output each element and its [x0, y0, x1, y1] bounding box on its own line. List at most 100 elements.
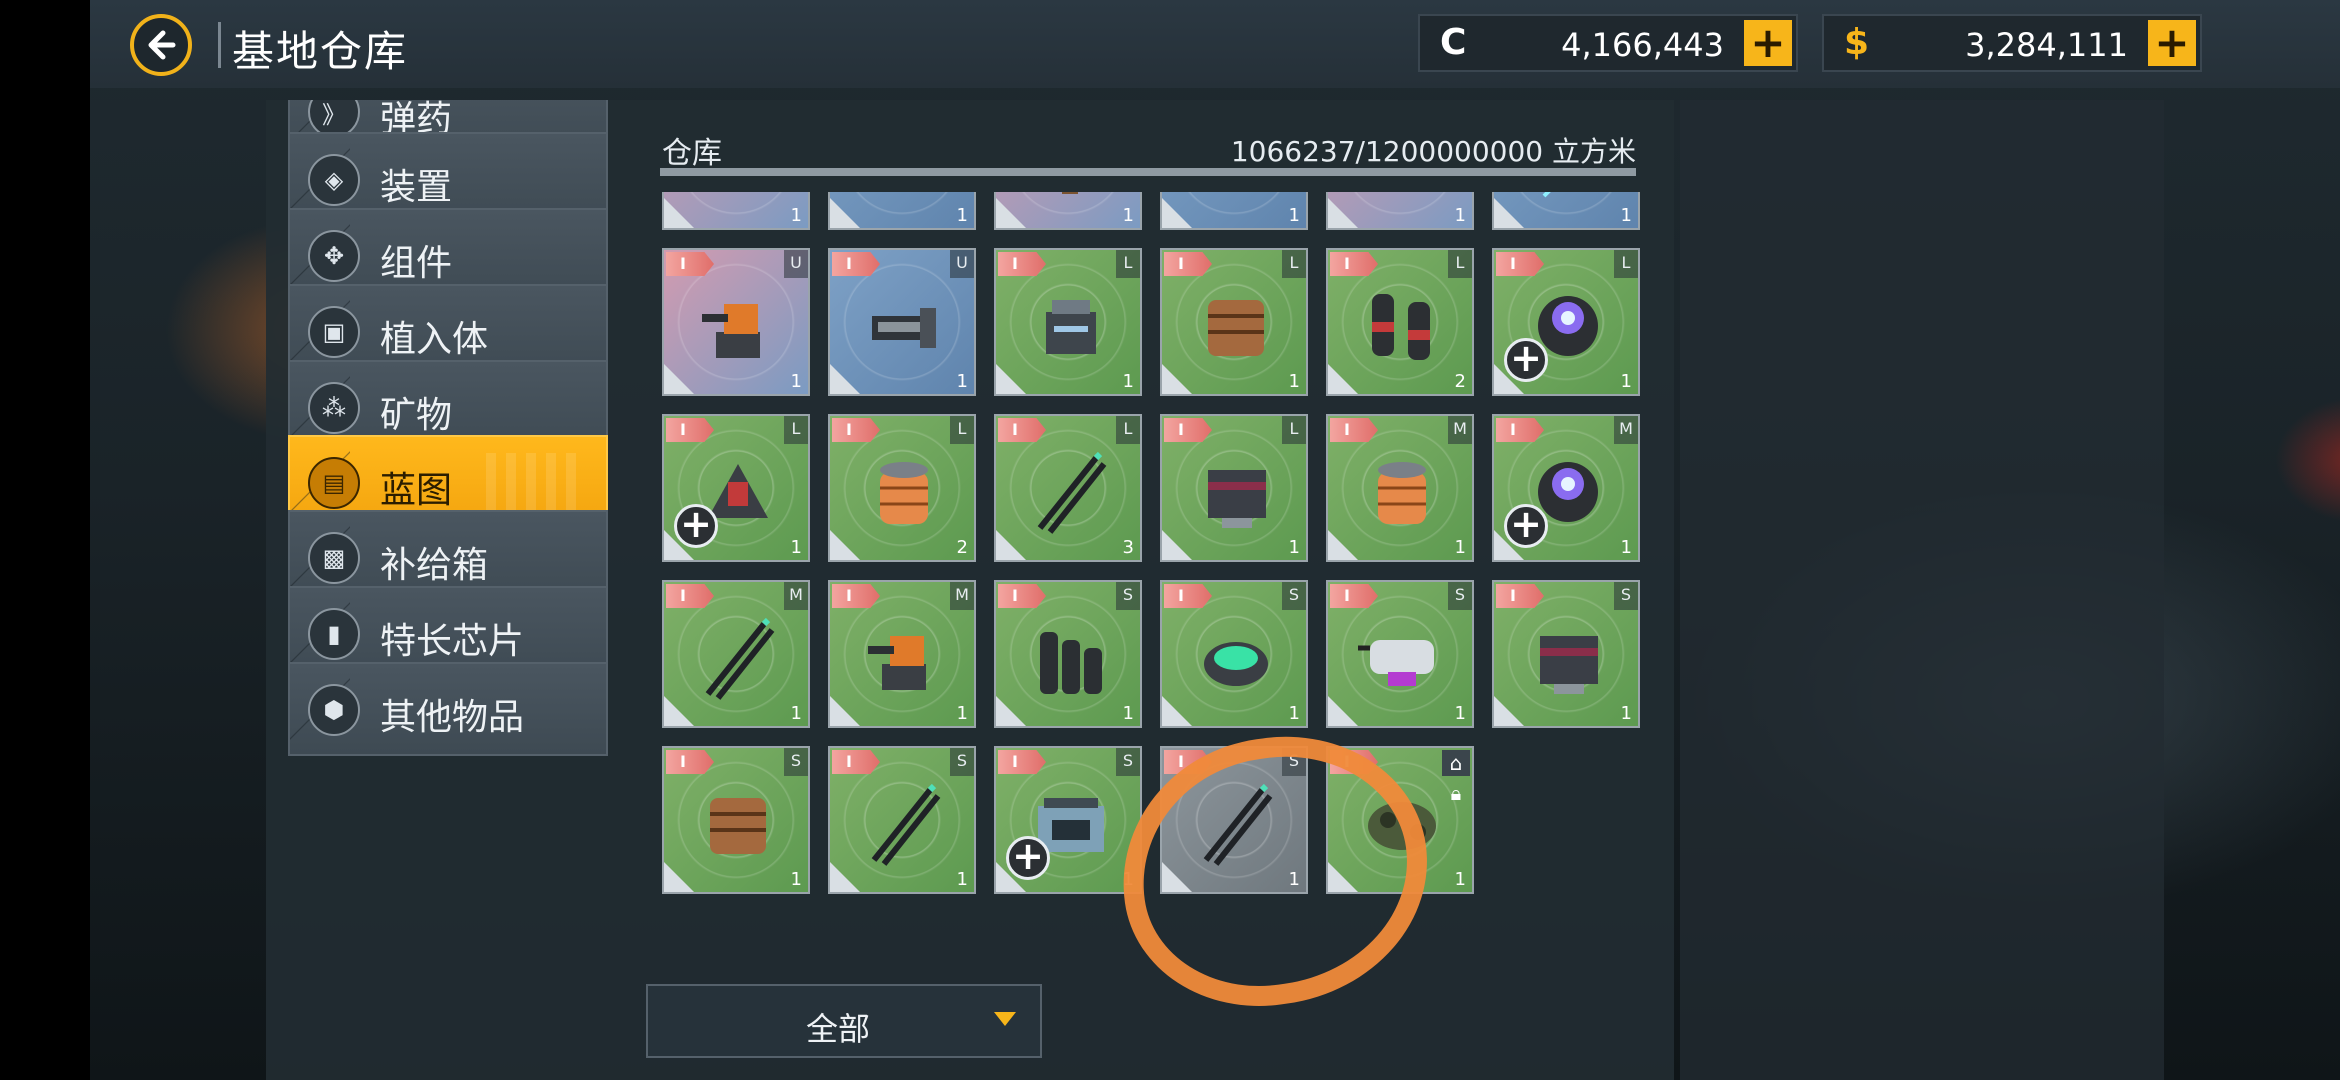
sidebar-item-label: 特长芯片 [380, 621, 525, 662]
size-class-tag: S [950, 748, 974, 776]
corner-fold [664, 364, 694, 394]
beam-icon [1358, 192, 1446, 204]
size-class-tag: L [1614, 250, 1638, 278]
category-sidebar[interactable]: 》弹药 ◈ 装置 ✥ 组件 ▣ 植入体 ⁂ 矿物 ▤ 蓝图 ▩ 补给箱 ▮ 特长芯片 ⬢ 其他物品 [288, 100, 608, 1055]
inventory-item[interactable]: I S 1 [994, 580, 1142, 728]
storage-title: 仓库 [662, 136, 722, 171]
tier-badge: I [1164, 418, 1212, 442]
inventory-item[interactable]: I L 1 [994, 248, 1142, 396]
storage-capacity-fill [660, 168, 1636, 176]
corner-fold [996, 696, 1026, 726]
inventory-item[interactable]: I1 [1160, 192, 1308, 230]
corner-fold [1328, 198, 1358, 228]
page-title: 基地仓库 [232, 27, 409, 76]
inventory-item[interactable]: I S 1 [1160, 580, 1308, 728]
size-class-tag: L [1116, 250, 1140, 278]
corner-fold [1162, 530, 1192, 560]
inventory-item[interactable]: I S 1 [1326, 580, 1474, 728]
inventory-item[interactable]: I L 1 [1160, 248, 1308, 396]
inventory-item[interactable]: I L 2 [828, 414, 976, 562]
sidebar-item-label: 补给箱 [380, 545, 489, 586]
size-class-tag: M [950, 582, 974, 610]
item-grid: I1I1I1I1I1I1IU1IU1IL1IL1IL2IL+1IL+1IL2IL… [662, 192, 1640, 894]
inventory-item[interactable]: I1 [662, 192, 810, 230]
inventory-item[interactable]: I S 1 [1160, 746, 1308, 894]
inventory-item[interactable]: I M 1 [828, 580, 976, 728]
inventory-item[interactable]: I1 [828, 192, 976, 230]
tier-badge: I [666, 418, 714, 442]
sidebar-item-label: 蓝图 [380, 470, 453, 511]
tier-badge: I [832, 750, 880, 774]
inventory-item[interactable]: I S +1 [994, 746, 1142, 894]
corner-fold [996, 364, 1026, 394]
disc-icon [1204, 642, 1268, 686]
other-items-icon: ⬢ [308, 684, 360, 736]
item-count: 1 [1454, 703, 1466, 724]
detail-panel [1680, 100, 2164, 1080]
inventory-item[interactable]: I U 1 [828, 248, 976, 396]
inventory-item[interactable]: I L +1 [1492, 248, 1640, 396]
turret-icon [868, 636, 926, 690]
inventory-item[interactable]: I S 1 [828, 746, 976, 894]
tier-badge: I [1496, 584, 1544, 608]
corner-fold [1162, 862, 1192, 892]
item-count: 1 [1620, 537, 1632, 558]
corner-fold [830, 862, 860, 892]
inventory-item[interactable]: I L +1 [662, 414, 810, 562]
item-count: 1 [1288, 869, 1300, 890]
inventory-item[interactable]: I S 1 [662, 746, 810, 894]
credits-icon: C [1440, 22, 1467, 63]
inventory-item[interactable]: I1 [1326, 192, 1474, 230]
item-count: 1 [790, 537, 802, 558]
item-count: 1 [1620, 371, 1632, 392]
item-count: 1 [1620, 703, 1632, 724]
add-credits-button[interactable]: + [1744, 20, 1792, 66]
screen-edge [0, 0, 90, 1080]
storage-capacity: 1066237/1200000000 立方米 [1230, 135, 1636, 168]
emitter-icon [1542, 192, 1551, 198]
inventory-item[interactable]: I1 [994, 192, 1142, 230]
item-count: 1 [1454, 537, 1466, 558]
inventory-item[interactable]: I M 1 [1326, 414, 1474, 562]
corner-fold [1328, 862, 1358, 892]
item-count: 1 [1122, 703, 1134, 724]
item-count: 1 [1454, 869, 1466, 890]
sidebar-item[interactable]: ⬢ 其他物品 [288, 662, 608, 756]
inventory-item[interactable]: I L 1 [1160, 414, 1308, 562]
inventory-item[interactable]: I L 2 [1326, 248, 1474, 396]
inventory-item[interactable]: I L 3 [994, 414, 1142, 562]
inventory-item[interactable]: I M 1 [662, 580, 810, 728]
tier-badge: I [998, 252, 1046, 276]
tier-badge: I [1164, 252, 1212, 276]
tier-badge: I [998, 750, 1046, 774]
arrow-left-icon [148, 30, 176, 60]
inventory-item[interactable]: I M +1 [1492, 414, 1640, 562]
dollar-icon: $ [1844, 22, 1870, 63]
back-button[interactable] [130, 14, 192, 76]
coil-icon [1378, 462, 1426, 524]
size-class-tag: S [1116, 748, 1140, 776]
corner-fold [1494, 198, 1524, 228]
dollars-value: 3,284,111 [1965, 26, 2128, 64]
item-grid-viewport[interactable]: I1I1I1I1I1I1IU1IU1IL1IL1IL2IL+1IL+1IL2IL… [650, 192, 1650, 964]
tier-badge: I [998, 584, 1046, 608]
coil-icon [880, 462, 928, 524]
blueprint-icon: ▤ [308, 457, 360, 509]
corner-fold [1328, 364, 1358, 394]
filter-dropdown[interactable]: 全部 [646, 984, 1042, 1058]
item-count: 1 [956, 371, 968, 392]
inventory-item[interactable]: I ⌂ 🔒︎ 1 [1326, 746, 1474, 894]
drone-icon [1368, 802, 1436, 850]
tier-badge: I [998, 418, 1046, 442]
gatling-icon [1358, 640, 1434, 686]
inventory-item[interactable]: I S 1 [1492, 580, 1640, 728]
inventory-item[interactable]: I1 [1492, 192, 1640, 230]
tier-badge: I [666, 584, 714, 608]
size-class-tag: U [950, 250, 974, 278]
add-dollars-button[interactable]: + [2148, 20, 2196, 66]
corner-fold [1162, 696, 1192, 726]
tier-badge: I [1330, 750, 1378, 774]
mineral-icon: ⁂ [308, 382, 360, 434]
inventory-item[interactable]: I U 1 [662, 248, 810, 396]
item-count: 1 [1288, 205, 1300, 226]
